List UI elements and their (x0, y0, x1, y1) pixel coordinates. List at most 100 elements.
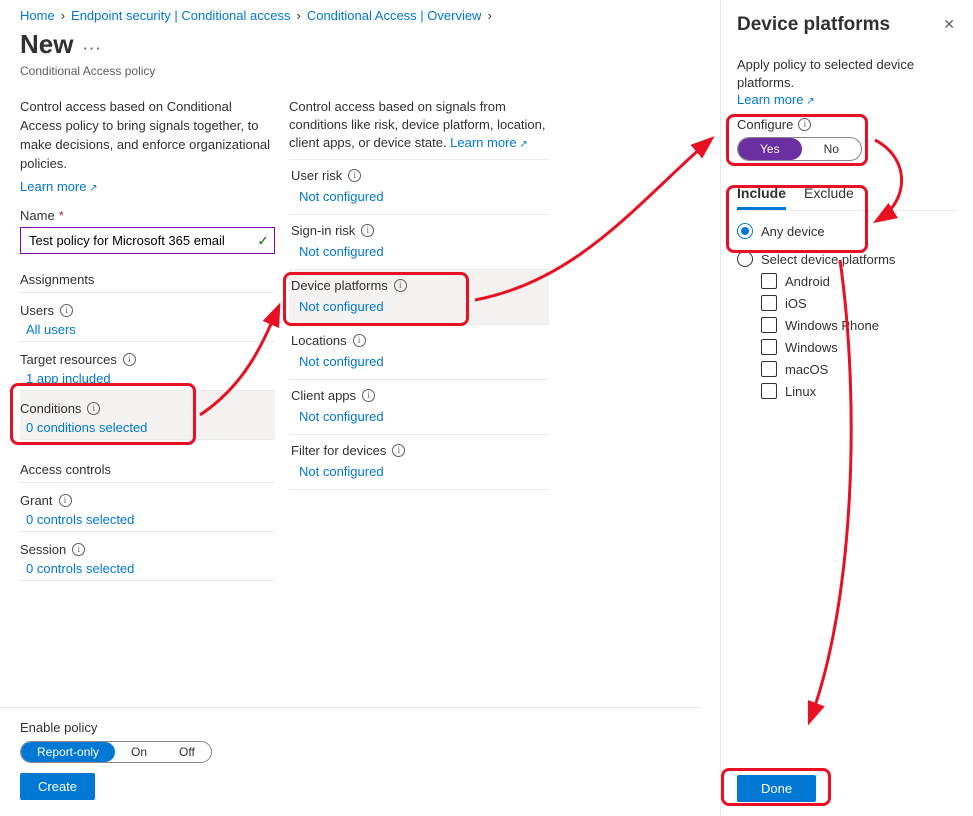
radio-any-label: Any device (761, 224, 825, 239)
checkbox-windows-phone[interactable]: Windows Phone (761, 317, 957, 333)
locations-label: Locations (291, 333, 347, 348)
info-icon[interactable] (348, 169, 361, 182)
mid-intro-text: Control access based on signals from con… (289, 98, 549, 153)
footer-bar: Enable policy Report-only On Off Create (0, 707, 700, 816)
panel-title: Device platforms (737, 14, 890, 36)
info-icon[interactable] (353, 334, 366, 347)
breadcrumb-conditional-access[interactable]: Conditional Access | Overview (307, 8, 482, 23)
breadcrumb-endpoint-security[interactable]: Endpoint security | Conditional access (71, 8, 290, 23)
radio-icon (737, 223, 753, 239)
device-platforms-label: Device platforms (291, 278, 388, 293)
info-icon[interactable] (361, 224, 374, 237)
info-icon[interactable] (59, 494, 72, 507)
checkmark-icon: ✓ (257, 232, 269, 249)
toggle-yes[interactable]: Yes (738, 138, 802, 160)
conditions-value-link[interactable]: 0 conditions selected (26, 420, 147, 435)
filter-devices-row[interactable]: Filter for devices Not configured (289, 435, 549, 490)
grant-value-link[interactable]: 0 controls selected (26, 512, 134, 527)
info-icon[interactable] (72, 543, 85, 556)
radio-icon (737, 251, 753, 267)
chevron-right-icon: › (61, 8, 65, 23)
info-icon[interactable] (87, 402, 100, 415)
filter-devices-value[interactable]: Not configured (289, 460, 549, 483)
access-controls-heading: Access controls (20, 462, 275, 483)
conditions-row[interactable]: Conditions 0 conditions selected (20, 391, 275, 440)
users-value-link[interactable]: All users (26, 322, 76, 337)
info-icon[interactable] (123, 353, 136, 366)
client-apps-row[interactable]: Client apps Not configured (289, 380, 549, 435)
users-row[interactable]: Users All users (20, 293, 275, 342)
radio-select-platforms[interactable]: Select device platforms (737, 251, 957, 267)
checkbox-linux[interactable]: Linux (761, 383, 957, 399)
info-icon[interactable] (392, 444, 405, 457)
signin-risk-label: Sign-in risk (291, 223, 355, 238)
enable-policy-label: Enable policy (20, 720, 680, 735)
target-resources-row[interactable]: Target resources 1 app included (20, 342, 275, 391)
chevron-right-icon: › (487, 8, 491, 23)
create-button[interactable]: Create (20, 773, 95, 800)
device-platforms-panel: Device platforms ✕ Apply policy to selec… (720, 0, 973, 816)
client-apps-label: Client apps (291, 388, 356, 403)
breadcrumb-home[interactable]: Home (20, 8, 55, 23)
session-value-link[interactable]: 0 controls selected (26, 561, 134, 576)
learn-more-link[interactable]: Learn more (450, 135, 528, 150)
checkbox-android[interactable]: Android (761, 273, 957, 289)
user-risk-label: User risk (291, 168, 342, 183)
grant-row[interactable]: Grant 0 controls selected (20, 483, 275, 532)
filter-devices-label: Filter for devices (291, 443, 386, 458)
locations-value[interactable]: Not configured (289, 350, 549, 373)
radio-select-label: Select device platforms (761, 252, 895, 267)
intro-text: Control access based on Conditional Acce… (20, 98, 275, 173)
signin-risk-value[interactable]: Not configured (289, 240, 549, 263)
checkbox-windows[interactable]: Windows (761, 339, 957, 355)
checkbox-macos[interactable]: macOS (761, 361, 957, 377)
toggle-on[interactable]: On (115, 742, 163, 762)
session-label: Session (20, 542, 66, 557)
checkbox-icon (761, 383, 777, 399)
device-platforms-value[interactable]: Not configured (289, 295, 549, 318)
session-row[interactable]: Session 0 controls selected (20, 532, 275, 581)
assignments-heading: Assignments (20, 272, 275, 293)
panel-intro: Apply policy to selected device platform… (737, 56, 957, 92)
close-icon[interactable]: ✕ (941, 14, 957, 35)
user-risk-row[interactable]: User risk Not configured (289, 160, 549, 215)
name-label: Name (20, 208, 55, 223)
conditions-label: Conditions (20, 401, 81, 416)
info-icon[interactable] (362, 389, 375, 402)
target-resources-label: Target resources (20, 352, 117, 367)
panel-learn-more-link[interactable]: Learn more (737, 92, 815, 107)
checkbox-icon (761, 273, 777, 289)
radio-any-device[interactable]: Any device (737, 223, 957, 239)
user-risk-value[interactable]: Not configured (289, 185, 549, 208)
info-icon[interactable] (798, 118, 811, 131)
checkbox-icon (761, 295, 777, 311)
client-apps-value[interactable]: Not configured (289, 405, 549, 428)
middle-column: Control access based on signals from con… (289, 98, 549, 698)
configure-label: Configure (737, 117, 793, 132)
toggle-off[interactable]: Off (163, 742, 211, 762)
learn-more-link[interactable]: Learn more (20, 179, 98, 194)
locations-row[interactable]: Locations Not configured (289, 325, 549, 380)
users-label: Users (20, 303, 54, 318)
checkbox-icon (761, 361, 777, 377)
toggle-no[interactable]: No (802, 138, 861, 160)
configure-toggle[interactable]: Yes No (737, 137, 862, 161)
checkbox-icon (761, 317, 777, 333)
checkbox-ios[interactable]: iOS (761, 295, 957, 311)
info-icon[interactable] (394, 279, 407, 292)
grant-label: Grant (20, 493, 53, 508)
done-button[interactable]: Done (737, 775, 816, 802)
device-platforms-row[interactable]: Device platforms Not configured (289, 270, 549, 325)
more-actions-icon[interactable]: ··· (83, 41, 102, 60)
left-column: Control access based on Conditional Acce… (20, 98, 275, 698)
name-input[interactable] (20, 227, 275, 254)
info-icon[interactable] (60, 304, 73, 317)
signin-risk-row[interactable]: Sign-in risk Not configured (289, 215, 549, 270)
chevron-right-icon: › (296, 8, 300, 23)
enable-policy-toggle[interactable]: Report-only On Off (20, 741, 212, 763)
tab-exclude[interactable]: Exclude (804, 179, 854, 210)
toggle-report-only[interactable]: Report-only (21, 742, 115, 762)
tab-include[interactable]: Include (737, 179, 786, 210)
required-indicator: * (59, 208, 64, 223)
target-resources-value-link[interactable]: 1 app included (26, 371, 111, 386)
